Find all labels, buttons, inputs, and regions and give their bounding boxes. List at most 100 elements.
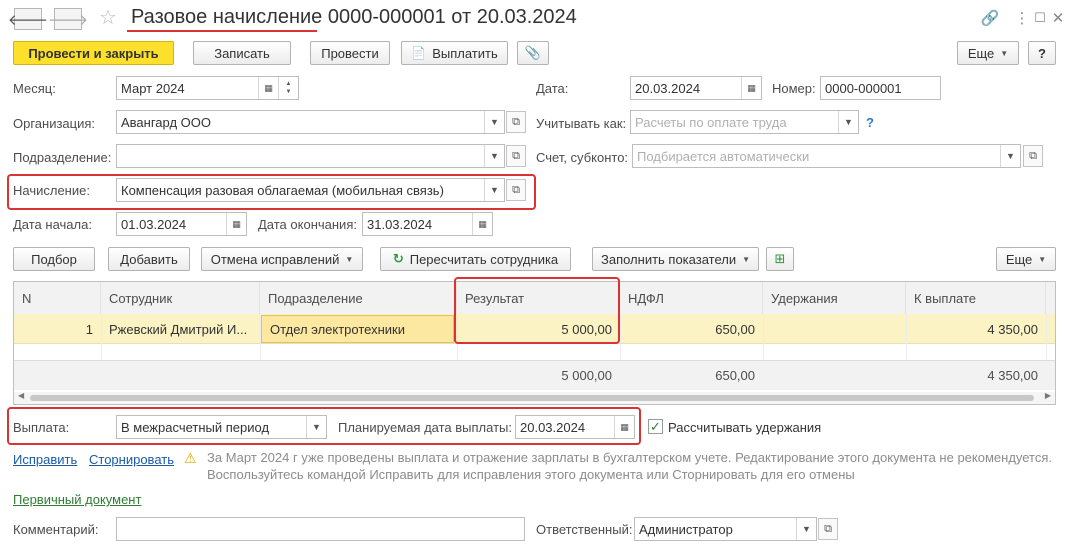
- chevron-down-icon: ▼: [1000, 48, 1009, 58]
- chevron-down-icon[interactable]: ▼: [306, 416, 326, 438]
- paperclip-icon: 📎: [524, 45, 542, 60]
- table-add-icon-button[interactable]: ⊞: [766, 247, 794, 271]
- calendar-icon[interactable]: ▦: [472, 213, 492, 235]
- warning-line-2: Воспользуйтесь командой Исправить для ис…: [207, 467, 855, 482]
- comment-label: Комментарий:: [13, 522, 99, 537]
- date-label: Дата:: [536, 81, 569, 96]
- account-as-label: Учитывать как:: [536, 116, 627, 131]
- reverse-link[interactable]: Сторнировать: [89, 452, 174, 467]
- chevron-down-icon[interactable]: ▼: [484, 111, 504, 133]
- subconto-label: Счет, субконто:: [536, 150, 629, 165]
- comment-field[interactable]: [116, 517, 525, 541]
- calendar-icon[interactable]: ▦: [226, 213, 246, 235]
- table-more-button[interactable]: Еще ▼: [996, 247, 1056, 271]
- start-date-value: 01.03.2024: [121, 216, 187, 232]
- accrual-label: Начисление:: [13, 183, 90, 198]
- page-title: Разовое начисление 0000-000001 от 20.03.…: [131, 6, 577, 28]
- scrollbar-thumb[interactable]: [30, 395, 1034, 401]
- primary-document-link[interactable]: Первичный документ: [13, 492, 141, 507]
- col-header-dept[interactable]: Подразделение: [260, 282, 457, 314]
- row-payout[interactable]: 4 350,00: [906, 314, 1046, 344]
- col-header-n[interactable]: N: [14, 282, 101, 314]
- col-header-extra: [1046, 282, 1055, 314]
- back-button[interactable]: 🡐: [8, 8, 48, 30]
- month-value: Март 2024: [121, 80, 185, 96]
- open-dept-icon[interactable]: ⧉: [506, 145, 526, 167]
- dept-field[interactable]: ▼: [116, 144, 505, 168]
- calendar-icon[interactable]: ▦: [741, 77, 761, 99]
- close-icon[interactable]: ✕: [1048, 8, 1068, 28]
- number-field[interactable]: 0000-000001: [820, 76, 941, 100]
- cancel-corrections-button[interactable]: Отмена исправлений ▼: [201, 247, 363, 271]
- chevron-down-icon[interactable]: ▼: [796, 518, 816, 540]
- open-org-icon[interactable]: ⧉: [506, 111, 526, 133]
- post-and-close-button[interactable]: Провести и закрыть: [13, 41, 174, 65]
- date-value: 20.03.2024: [635, 80, 701, 96]
- open-subconto-icon[interactable]: ⧉: [1023, 145, 1043, 167]
- add-button[interactable]: Добавить: [108, 247, 190, 271]
- planned-date-field[interactable]: 20.03.2024 ▦: [515, 415, 635, 439]
- save-button[interactable]: Записать: [193, 41, 291, 65]
- open-accrual-icon[interactable]: ⧉: [506, 179, 526, 201]
- row-ndfl[interactable]: 650,00: [620, 314, 763, 344]
- chevron-down-icon[interactable]: ▼: [1000, 145, 1020, 167]
- start-date-label: Дата начала:: [13, 217, 92, 232]
- recalc-employee-button[interactable]: ↻ Пересчитать сотрудника: [380, 247, 571, 271]
- maximize-icon[interactable]: ☐: [1030, 8, 1050, 28]
- fill-indicators-button[interactable]: Заполнить показатели ▼: [592, 247, 759, 271]
- forward-button[interactable]: 🡒: [48, 8, 88, 30]
- month-field[interactable]: Март 2024 ▦ ▲ ▼: [116, 76, 299, 100]
- open-responsible-icon[interactable]: ⧉: [818, 518, 838, 540]
- accrual-value: Компенсация разовая облагаемая (мобильна…: [121, 182, 444, 198]
- chevron-down-icon[interactable]: ▼: [484, 145, 504, 167]
- fill-label: Заполнить показатели: [600, 251, 737, 267]
- payment-select[interactable]: В межрасчетный период ▼: [116, 415, 327, 439]
- help-button[interactable]: ?: [1028, 41, 1056, 65]
- date-field[interactable]: 20.03.2024 ▦: [630, 76, 762, 100]
- org-value: Авангард ООО: [121, 114, 211, 130]
- cancel-corrections-label: Отмена исправлений: [210, 251, 340, 267]
- org-field[interactable]: Авангард ООО ▼: [116, 110, 505, 134]
- warning-icon: ⚠: [184, 450, 197, 466]
- chevron-down-icon[interactable]: ▼: [484, 179, 504, 201]
- fix-link[interactable]: Исправить: [13, 452, 77, 467]
- refresh-icon: ↻: [392, 251, 404, 266]
- responsible-field[interactable]: Администратор ▼: [634, 517, 817, 541]
- horizontal-scrollbar[interactable]: ◀ ▶: [14, 391, 1055, 404]
- subconto-field[interactable]: Подбирается автоматически ▼: [632, 144, 1021, 168]
- chevron-down-icon[interactable]: ▼: [838, 111, 858, 133]
- responsible-label: Ответственный:: [536, 522, 633, 537]
- link-icon[interactable]: 🔗: [980, 8, 1000, 28]
- end-date-field[interactable]: 31.03.2024 ▦: [362, 212, 493, 236]
- help-question-icon[interactable]: ?: [866, 115, 874, 130]
- month-label: Месяц:: [13, 81, 56, 96]
- more-button[interactable]: Еще ▼: [957, 41, 1019, 65]
- col-header-payout[interactable]: К выплате: [906, 282, 1046, 314]
- col-header-deductions[interactable]: Удержания: [763, 282, 906, 314]
- row-dept[interactable]: Отдел электротехники: [261, 315, 454, 343]
- calc-deductions-label[interactable]: Рассчитывать удержания: [668, 420, 821, 435]
- month-stepper[interactable]: ▲ ▼: [278, 77, 298, 99]
- title-underline: [127, 30, 317, 32]
- select-button[interactable]: Подбор: [13, 247, 95, 271]
- calendar-icon[interactable]: ▦: [614, 416, 634, 438]
- account-as-field[interactable]: Расчеты по оплате труда ▼: [630, 110, 859, 134]
- menu-dots-icon[interactable]: ⋮: [1012, 8, 1032, 28]
- table-plus-icon: ⊞: [774, 251, 786, 266]
- calendar-icon[interactable]: ▦: [258, 77, 278, 99]
- col-header-employee[interactable]: Сотрудник: [101, 282, 260, 314]
- start-date-field[interactable]: 01.03.2024 ▦: [116, 212, 247, 236]
- payment-label: Выплата:: [13, 420, 70, 435]
- total-payout: 4 350,00: [987, 367, 1038, 383]
- scroll-left-icon[interactable]: ◀: [18, 391, 24, 400]
- row-employee[interactable]: Ржевский Дмитрий И...: [101, 314, 260, 344]
- attach-button[interactable]: 📎: [517, 41, 549, 65]
- star-icon[interactable]: ☆: [98, 7, 118, 29]
- row-deductions[interactable]: [763, 314, 906, 344]
- scroll-right-icon[interactable]: ▶: [1045, 391, 1051, 400]
- col-header-ndfl[interactable]: НДФЛ: [620, 282, 763, 314]
- accrual-field[interactable]: Компенсация разовая облагаемая (мобильна…: [116, 178, 505, 202]
- calc-deductions-checkbox[interactable]: ✓: [648, 419, 663, 434]
- post-button[interactable]: Провести: [310, 41, 390, 65]
- pay-button[interactable]: 📄 Выплатить: [401, 41, 508, 65]
